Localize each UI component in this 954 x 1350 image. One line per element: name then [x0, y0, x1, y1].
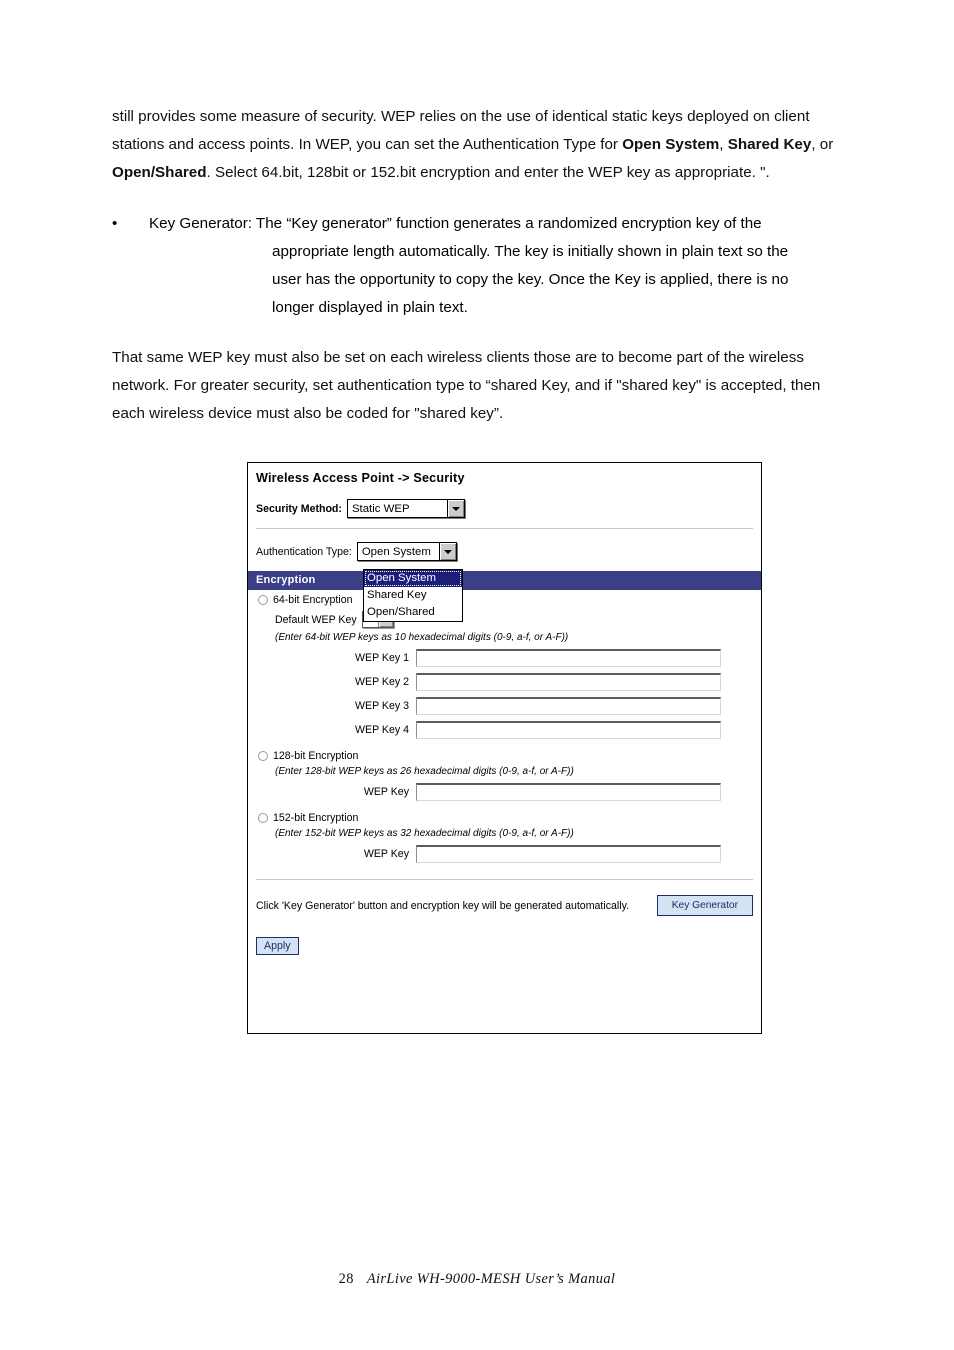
wep-key-3-input[interactable] — [416, 697, 721, 715]
key-generator-description: Click 'Key Generator' button and encrypt… — [256, 899, 630, 912]
wep-key-1-input[interactable] — [416, 649, 721, 667]
authentication-type-value: Open System — [361, 545, 431, 558]
intro-bold-open-shared: Open/Shared — [112, 164, 207, 181]
wep-key-4-input[interactable] — [416, 721, 721, 739]
bullet-line-4: longer displayed in plain text. — [272, 299, 468, 316]
wep-key-1-label: WEP Key 1 — [355, 652, 409, 664]
intro-text-part-2: , — [719, 136, 728, 153]
encryption-option-128bit[interactable]: 128-bit Encryption — [248, 739, 761, 762]
bullet-key-generator: • Key Generator: The “Key generator” fun… — [112, 210, 842, 322]
dropdown-option-open-shared[interactable]: Open/Shared — [364, 604, 462, 621]
manual-title: AirLive WH-9000-MESH User’s Manual — [366, 1271, 616, 1287]
page-footer: 28 AirLive WH-9000-MESH User’s Manual — [0, 1271, 954, 1288]
encryption-128bit-label: 128-bit Encryption — [273, 750, 359, 762]
intro-bold-open-system: Open System — [622, 136, 720, 153]
encryption-option-64bit[interactable]: 64-bit Encryption — [248, 590, 761, 606]
security-method-row: Security Method: Static WEP — [248, 485, 761, 518]
bullet-line-2: appropriate length automatically. The ke… — [272, 243, 789, 260]
wep-key-3-row: WEP Key 3 — [248, 691, 761, 715]
wep-key-4-label: WEP Key 4 — [355, 724, 409, 736]
apply-row: Apply — [248, 916, 761, 955]
wep-key-2-row: WEP Key 2 — [248, 667, 761, 691]
intro-bold-shared-key: Shared Key — [727, 136, 812, 153]
wep-key-3-label: WEP Key 3 — [355, 700, 409, 712]
wep-key-128-input[interactable] — [416, 783, 721, 801]
wep-key-2-input[interactable] — [416, 673, 721, 691]
encryption-option-152bit[interactable]: 152-bit Encryption — [248, 801, 761, 824]
security-method-select[interactable]: Static WEP — [346, 499, 465, 518]
default-wep-key-label: Default WEP Key — [275, 613, 357, 626]
paragraph-closing: That same WEP key must also be set on ea… — [112, 349, 821, 422]
dropdown-option-shared-key[interactable]: Shared Key — [364, 587, 462, 604]
chevron-down-icon[interactable] — [446, 500, 464, 517]
wep-key-152-row: WEP Key — [248, 839, 761, 863]
radio-64bit-icon[interactable] — [258, 595, 268, 605]
wep-key-128-label: WEP Key — [363, 786, 409, 798]
paragraph-intro: still provides some measure of security.… — [112, 103, 842, 187]
chevron-down-icon[interactable] — [438, 543, 456, 560]
dropdown-option-open-system[interactable]: Open System — [364, 570, 462, 587]
key-generator-row: Click 'Key Generator' button and encrypt… — [248, 880, 761, 916]
page-body: still provides some measure of security.… — [112, 103, 842, 428]
authentication-type-select[interactable]: Open System — [356, 542, 457, 561]
wep-key-128-row: WEP Key — [248, 777, 761, 801]
default-wep-key-row: Default WEP Key 1 — [248, 606, 761, 628]
panel-title: Wireless Access Point -> Security — [256, 471, 465, 485]
hint-128bit: (Enter 128-bit WEP keys as 26 hexadecima… — [275, 766, 574, 777]
radio-128bit-icon[interactable] — [258, 751, 268, 761]
wep-key-152-label: WEP Key — [363, 848, 409, 860]
authentication-type-label: Authentication Type: — [256, 545, 352, 558]
encryption-152bit-label: 152-bit Encryption — [273, 812, 359, 824]
security-method-label: Security Method: — [256, 502, 342, 515]
wep-key-152-input[interactable] — [416, 845, 721, 863]
authentication-type-row: Authentication Type: Open System — [248, 529, 761, 561]
router-security-screenshot: Wireless Access Point -> Security Securi… — [247, 462, 762, 1034]
key-generator-button[interactable]: Key Generator — [656, 895, 753, 916]
authentication-type-dropdown-list[interactable]: Open System Shared Key Open/Shared — [363, 569, 463, 622]
bullet-line-1: Key Generator: The “Key generator” funct… — [149, 215, 762, 232]
security-method-value: Static WEP — [351, 502, 410, 515]
hint-152bit: (Enter 152-bit WEP keys as 32 hexadecima… — [275, 828, 574, 839]
apply-button[interactable]: Apply — [256, 937, 299, 955]
wep-key-2-label: WEP Key 2 — [355, 676, 409, 688]
bullet-marker-icon: • — [112, 215, 118, 232]
wep-key-1-row: WEP Key 1 — [248, 643, 761, 667]
hint-64bit: (Enter 64-bit WEP keys as 10 hexadecimal… — [275, 632, 569, 643]
wep-key-4-row: WEP Key 4 — [248, 715, 761, 739]
intro-text-part-4: . Select 64.bit, 128bit or 152.bit encry… — [206, 164, 770, 181]
bullet-line-3: user has the opportunity to copy the key… — [272, 271, 789, 288]
encryption-section-header: Encryption — [248, 571, 761, 590]
intro-text-part-3: , or — [811, 136, 834, 153]
radio-152bit-icon[interactable] — [258, 813, 268, 823]
page-number: 28 — [338, 1271, 354, 1287]
encryption-64bit-label: 64-bit Encryption — [273, 594, 353, 606]
